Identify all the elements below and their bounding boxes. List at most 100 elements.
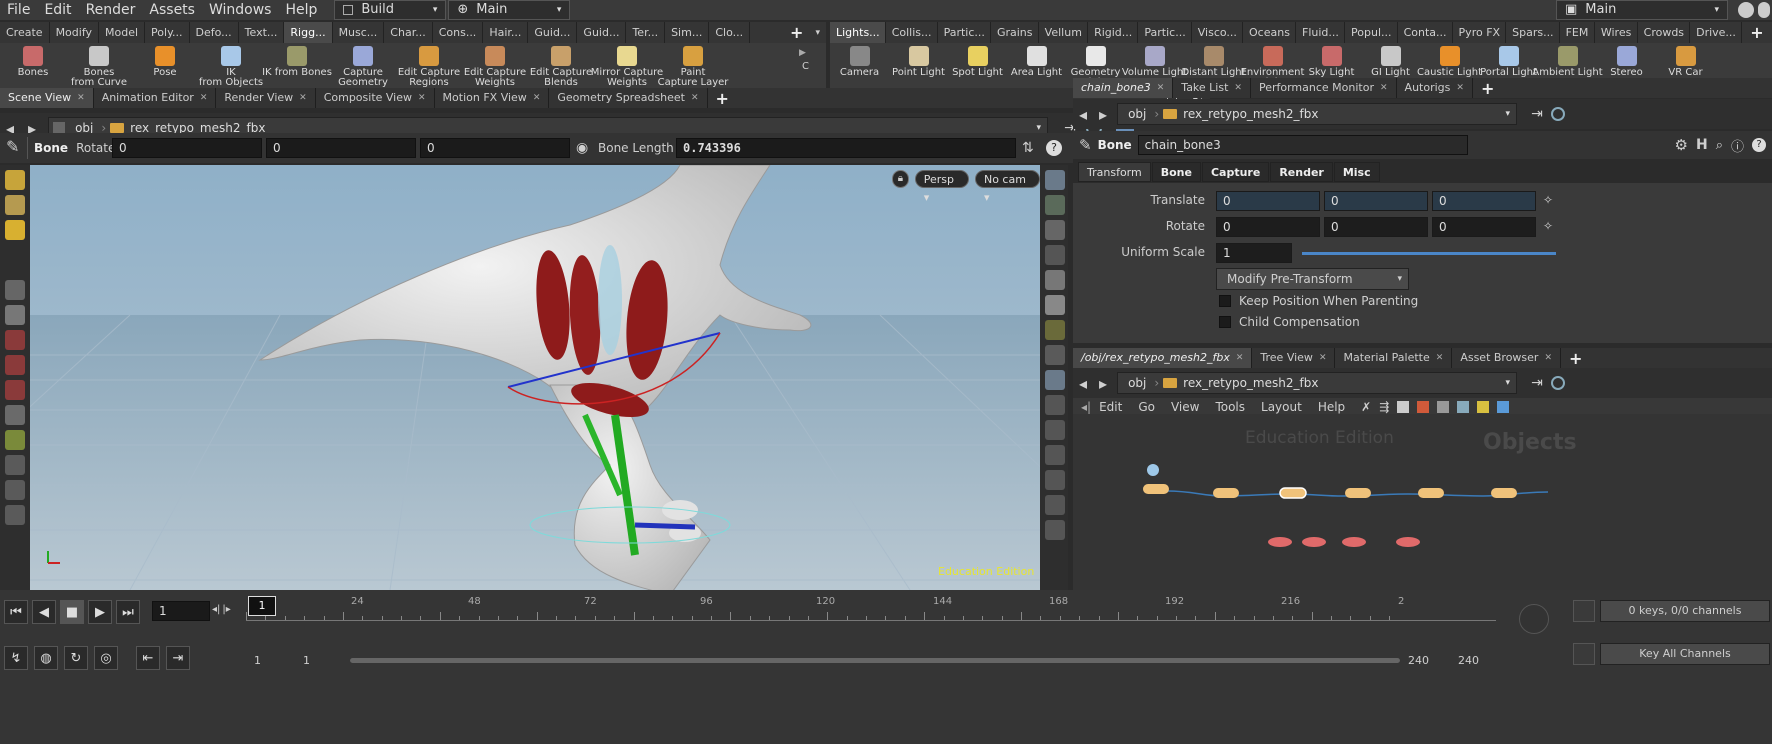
node-muscle4[interactable] (1396, 537, 1420, 547)
path-root[interactable]: obj (1128, 376, 1146, 390)
range-start-field[interactable]: 1 (303, 654, 310, 667)
node-muscle1[interactable] (1268, 537, 1292, 547)
close-icon[interactable]: ✕ (200, 88, 208, 108)
pane-tab[interactable]: chain_bone3 ✕ (1073, 78, 1174, 98)
close-icon[interactable]: ✕ (418, 88, 426, 108)
network-menu-layout[interactable]: Layout (1261, 400, 1302, 414)
pane-tab[interactable]: Scene View ✕ (0, 88, 94, 108)
info-icon[interactable]: ⓘ (1731, 136, 1744, 155)
close-icon[interactable]: ✕ (1456, 78, 1464, 98)
path-node[interactable]: rex_retypo_mesh2_fbx (1183, 107, 1318, 121)
audio-icon[interactable]: ◍ (34, 646, 58, 670)
shelf-tab[interactable]: Guid... (577, 22, 627, 43)
pane-tab[interactable]: Material Palette ✕ (1335, 348, 1453, 368)
shelf-tab[interactable]: Rigid... (1088, 22, 1139, 43)
folder-tab[interactable]: Bone (1151, 162, 1201, 182)
folder-tab[interactable]: Transform (1078, 162, 1151, 182)
skeleton-icon[interactable] (1045, 345, 1065, 365)
pin-icon[interactable] (1045, 320, 1065, 340)
translate-z-field[interactable]: 0 (1432, 191, 1536, 211)
scene-viewport[interactable]: 🔒︎ Persp ▾ No cam ▾ Education Edition (30, 165, 1040, 590)
pane-tab[interactable]: Take List ✕ (1173, 78, 1251, 98)
shelf-tab[interactable]: Vellum (1039, 22, 1089, 43)
pin-icon[interactable]: ⇥ (1531, 106, 1543, 122)
pointer-icon[interactable] (5, 280, 25, 300)
shelf-tool-mirror-capture[interactable]: Mirror Capture Weights (591, 43, 663, 88)
shelf-tab[interactable]: Fluid... (1296, 22, 1346, 43)
node-chain-bone3[interactable] (1279, 487, 1307, 499)
shelf-tab[interactable]: Sim... (665, 22, 710, 43)
translate-y-field[interactable]: 0 (1324, 191, 1428, 211)
help-icon[interactable]: ? (1046, 140, 1062, 156)
capture-tool-icon[interactable] (5, 430, 25, 450)
shelf-tab[interactable]: Lights... (830, 22, 886, 43)
pane-tab[interactable]: Asset Browser ✕ (1452, 348, 1561, 368)
close-icon[interactable]: ✕ (299, 88, 307, 108)
close-icon[interactable]: ✕ (1234, 78, 1242, 98)
lock-camera-icon[interactable]: 🔒︎ (892, 170, 909, 188)
node-chain-bone6[interactable] (1491, 488, 1517, 498)
shelf-tool-bones[interactable]: Bones (0, 43, 66, 88)
scroll-right-icon[interactable]: ▶ (799, 48, 806, 58)
shelf-tool-point-light[interactable]: Point Light (889, 43, 948, 88)
shelf-tab[interactable]: Pyro FX (1453, 22, 1507, 43)
key-all-channels-button[interactable]: Key All Channels (1600, 643, 1770, 665)
close-icon[interactable]: ✕ (1319, 348, 1327, 368)
pin-icon[interactable]: ⇥ (1531, 375, 1543, 391)
close-icon[interactable]: ✕ (533, 88, 541, 108)
number-icon[interactable] (1045, 520, 1065, 540)
lightbulb-icon[interactable] (1045, 295, 1065, 315)
null-node[interactable] (1147, 464, 1159, 476)
network-menu-tools[interactable]: Tools (1215, 400, 1245, 414)
pane-tab[interactable]: Performance Monitor ✕ (1251, 78, 1397, 98)
rotate-y-field[interactable]: 0 (1324, 217, 1428, 237)
bone-length-field[interactable]: 0.743396 (676, 138, 1016, 158)
link-icon[interactable] (1550, 376, 1565, 390)
shelf-tool-edit-capture-weights[interactable]: Edit Capture Weights (462, 43, 528, 88)
add-shelf-icon[interactable]: + (790, 23, 803, 42)
shelf-tab[interactable]: Drive... (1690, 22, 1743, 43)
global-animation-icon[interactable]: ◎ (94, 646, 118, 670)
magnet-icon[interactable] (5, 455, 25, 475)
keys-status[interactable]: 0 keys, 0/0 channels (1600, 600, 1770, 622)
keyframe-next-icon[interactable]: ⇥ (166, 646, 190, 670)
stop-icon[interactable]: ■ (60, 600, 84, 624)
rotate-x-field[interactable]: 0 (1216, 217, 1320, 237)
link-icon[interactable] (1550, 107, 1565, 121)
shelf-tab[interactable]: Spars... (1506, 22, 1560, 43)
shelf-tool-pose[interactable]: Pose (132, 43, 198, 88)
shelf-tool-edit-capture-blends[interactable]: Edit Capture Blends (528, 43, 594, 88)
close-icon[interactable]: ✕ (1544, 348, 1552, 368)
play-forward-icon[interactable]: ▶ (88, 600, 112, 624)
bone-tool-icon[interactable] (5, 220, 25, 240)
shelf-tab[interactable]: Clo... (709, 22, 751, 43)
gear-icon[interactable]: ⚙ (1675, 136, 1688, 154)
close-icon[interactable]: ✕ (1436, 348, 1444, 368)
auto-key-icon[interactable] (1573, 643, 1595, 665)
back-arrow-icon[interactable]: ◂ (1079, 374, 1087, 393)
shelf-tool-area-light[interactable]: Area Light (1007, 43, 1066, 88)
menu-assets[interactable]: Assets (142, 0, 202, 20)
keyframe-prev-icon[interactable]: ⇤ (136, 646, 160, 670)
menu-help[interactable]: Help (278, 0, 324, 20)
pane-tab[interactable]: Render View ✕ (216, 88, 316, 108)
desktop-dropdown[interactable]: Build ▾ (334, 0, 447, 20)
shelf-tool-bones-curve[interactable]: Bones from Curve (66, 43, 132, 88)
network-menu-view[interactable]: View (1171, 400, 1199, 414)
shelf-tab[interactable]: Create (0, 22, 50, 43)
shelf-tool-camera[interactable]: Camera (830, 43, 889, 88)
folder-tab[interactable]: Misc (1333, 162, 1380, 182)
network-menu-go[interactable]: Go (1138, 400, 1155, 414)
shelf-tool-capture-geometry[interactable]: Capture Geometry (330, 43, 396, 88)
add-tab-icon[interactable]: + (716, 89, 729, 108)
shelf-tab[interactable]: Text... (239, 22, 285, 43)
child-compensation-row[interactable]: Child Compensation (1219, 315, 1360, 329)
pane-tab[interactable]: Motion FX View ✕ (435, 88, 550, 108)
shelf-tool-paint-capture[interactable]: Paint Capture Layer (658, 43, 728, 88)
keep-position-checkbox[interactable] (1219, 295, 1231, 307)
menu-file[interactable]: File (0, 0, 37, 20)
pane-tab[interactable]: Autorigs ✕ (1397, 78, 1473, 98)
help-icon[interactable] (1758, 2, 1770, 18)
node-chain-bone5[interactable] (1418, 488, 1444, 498)
menu-windows[interactable]: Windows (202, 0, 279, 20)
